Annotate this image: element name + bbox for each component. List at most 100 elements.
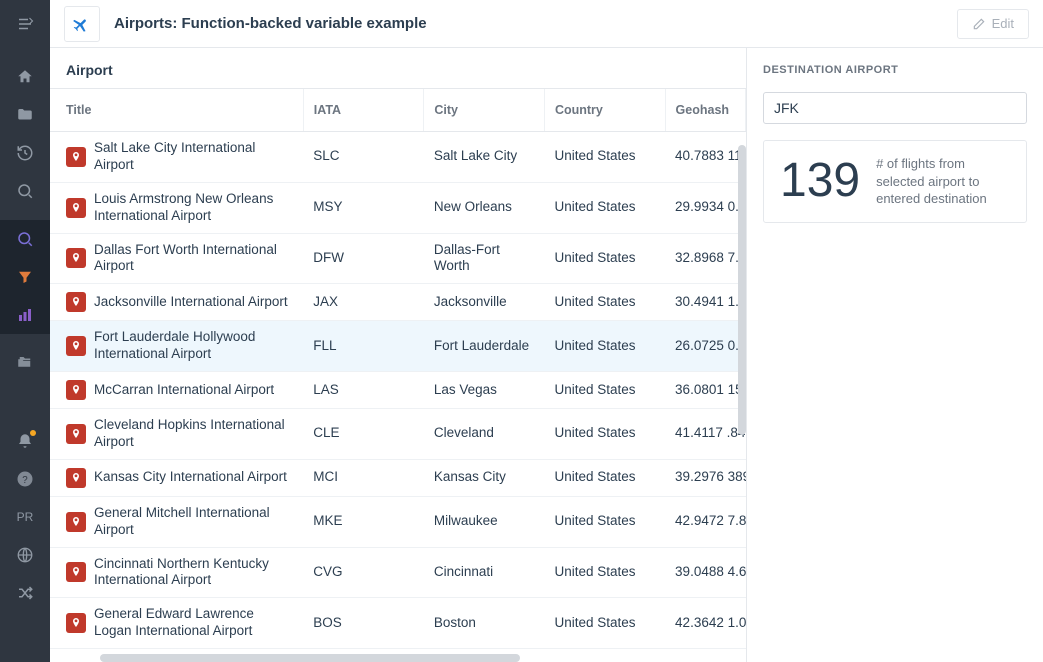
- airport-city: Boston: [424, 598, 545, 649]
- airport-country: United States: [544, 409, 665, 460]
- shuffle-icon[interactable]: [0, 574, 50, 612]
- airport-city: Milwaukee: [424, 496, 545, 547]
- pin-icon: [66, 380, 86, 400]
- airport-iata: MKE: [303, 496, 424, 547]
- airport-iata: DFW: [303, 233, 424, 284]
- airport-country: United States: [544, 459, 665, 496]
- bell-icon[interactable]: [0, 422, 50, 460]
- airport-geo: 36.0801 15.1520: [665, 372, 745, 409]
- col-city[interactable]: City: [424, 89, 545, 132]
- stat-value: 139: [780, 157, 860, 205]
- table-row[interactable]: Louis Armstrong New Orleans Internationa…: [50, 182, 746, 233]
- table-row[interactable]: McCarran International Airport LASLas Veg…: [50, 372, 746, 409]
- panel-title: Airport: [50, 48, 746, 88]
- horizontal-scrollbar-track: [50, 652, 746, 662]
- table-row[interactable]: Fort Lauderdale Hollywood International …: [50, 321, 746, 372]
- airport-country: United States: [544, 547, 665, 598]
- help-icon[interactable]: ?: [0, 460, 50, 498]
- airport-iata: CVG: [303, 547, 424, 598]
- table-row[interactable]: General Mitchell International Airport MK…: [50, 496, 746, 547]
- pin-icon: [66, 468, 86, 488]
- table-row[interactable]: Salt Lake City International AirportSLCS…: [50, 132, 746, 183]
- airport-geo: 40.7883 11.9779: [665, 132, 745, 183]
- airport-country: United States: [544, 372, 665, 409]
- history-icon[interactable]: [0, 134, 50, 172]
- notification-dot: [30, 430, 36, 436]
- airport-geo: 29.9934 0.25800: [665, 182, 745, 233]
- funnel-icon[interactable]: [0, 258, 50, 296]
- pin-icon: [66, 512, 86, 532]
- edit-button[interactable]: Edit: [957, 9, 1029, 39]
- airport-country: United States: [544, 132, 665, 183]
- airport-country: United States: [544, 233, 665, 284]
- airport-geo: 42.3642 1.00520: [665, 598, 745, 649]
- airport-title: Jacksonville International Airport: [94, 294, 288, 311]
- vertical-scrollbar[interactable]: [738, 145, 746, 435]
- pin-icon: [66, 336, 86, 356]
- pin-icon: [66, 613, 86, 633]
- table-row[interactable]: Cleveland Hopkins International AirportC…: [50, 409, 746, 460]
- col-iata[interactable]: IATA: [303, 89, 424, 132]
- table-row[interactable]: General Edward Lawrence Logan Internatio…: [50, 598, 746, 649]
- edit-button-label: Edit: [992, 16, 1014, 31]
- destination-label: DESTINATION AIRPORT: [763, 64, 1027, 76]
- airport-iata: MSY: [303, 182, 424, 233]
- globe-icon[interactable]: [0, 536, 50, 574]
- folders-stack-icon[interactable]: [0, 344, 50, 382]
- destination-input[interactable]: [763, 92, 1027, 124]
- pin-icon: [66, 424, 86, 444]
- airport-title: General Mitchell International Airport: [94, 505, 293, 539]
- table-row[interactable]: Jacksonville International Airport JAXJac…: [50, 284, 746, 321]
- pr-label[interactable]: PR: [0, 498, 50, 536]
- chart-icon[interactable]: [0, 296, 50, 334]
- airport-title: Kansas City International Airport: [94, 469, 287, 486]
- airport-city: Jacksonville: [424, 284, 545, 321]
- airport-title: McCarran International Airport: [94, 382, 274, 399]
- stat-description: # of flights from selected airport to en…: [876, 155, 1010, 208]
- airport-city: Dallas-Fort Worth: [424, 233, 545, 284]
- airport-city: Las Vegas: [424, 372, 545, 409]
- search-active-icon[interactable]: [0, 220, 50, 258]
- pin-icon: [66, 248, 86, 268]
- airport-iata: JAX: [303, 284, 424, 321]
- search-icon[interactable]: [0, 172, 50, 210]
- stat-card: 139 # of flights from selected airport t…: [763, 140, 1027, 223]
- header: Airports: Function-backed variable examp…: [50, 0, 1043, 48]
- table-row[interactable]: Dallas Fort Worth International Airport D…: [50, 233, 746, 284]
- table-row[interactable]: Cincinnati Northern Kentucky Internation…: [50, 547, 746, 598]
- horizontal-scrollbar[interactable]: [100, 654, 520, 662]
- airport-title: Fort Lauderdale Hollywood International …: [94, 329, 293, 363]
- left-rail: ? PR: [0, 0, 50, 662]
- pin-icon: [66, 147, 86, 167]
- menu-toggle-button[interactable]: [0, 0, 50, 48]
- airport-geo: 42.9472 7.89659: [665, 496, 745, 547]
- home-icon[interactable]: [0, 58, 50, 96]
- airport-iata: SLC: [303, 132, 424, 183]
- airport-iata: FLL: [303, 321, 424, 372]
- airport-country: United States: [544, 496, 665, 547]
- airport-country: United States: [544, 182, 665, 233]
- airport-iata: CLE: [303, 409, 424, 460]
- pencil-icon: [972, 17, 986, 31]
- airport-city: Fort Lauderdale: [424, 321, 545, 372]
- airport-geo: 30.4941 1.68789: [665, 284, 745, 321]
- airport-iata: LAS: [303, 372, 424, 409]
- airport-city: Cleveland: [424, 409, 545, 460]
- folder-icon[interactable]: [0, 96, 50, 134]
- col-geo[interactable]: Geohash: [665, 89, 745, 132]
- airport-geo: 41.4117 .849800: [665, 409, 745, 460]
- airport-title: General Edward Lawrence Logan Internatio…: [94, 606, 293, 640]
- airport-title: Cincinnati Northern Kentucky Internation…: [94, 556, 293, 590]
- pin-icon: [66, 562, 86, 582]
- airport-title: Salt Lake City International Airport: [94, 140, 293, 174]
- svg-text:?: ?: [22, 475, 28, 486]
- airport-table: Title IATA City Country Geohash Salt Lak…: [50, 89, 746, 662]
- airport-iata: BOS: [303, 598, 424, 649]
- airport-country: United States: [544, 321, 665, 372]
- side-panel: DESTINATION AIRPORT 139 # of flights fro…: [747, 48, 1043, 662]
- airport-geo: 39.2976 3898: [665, 459, 745, 496]
- table-row[interactable]: Kansas City International AirportMCIKans…: [50, 459, 746, 496]
- col-country[interactable]: Country: [544, 89, 665, 132]
- airport-title: Dallas Fort Worth International Airport: [94, 242, 293, 276]
- col-title[interactable]: Title: [50, 89, 303, 132]
